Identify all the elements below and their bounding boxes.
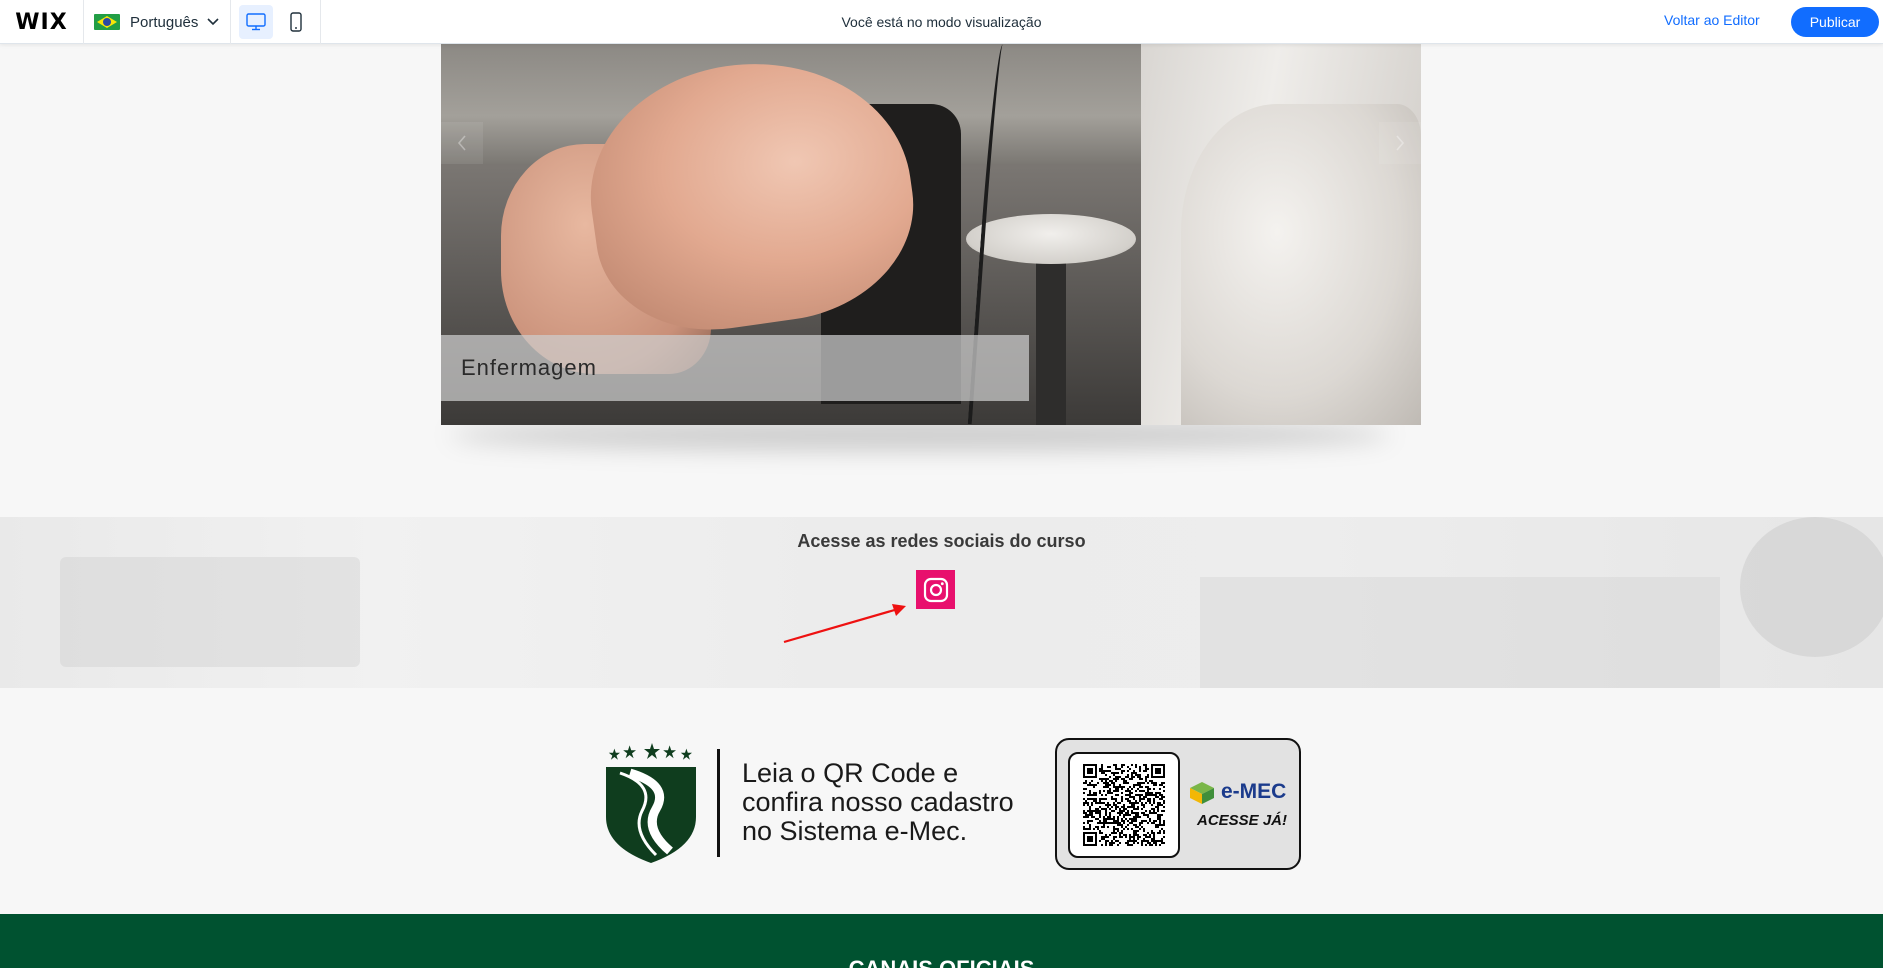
chevron-right-icon [1396,135,1405,151]
photo-shape [1036,244,1066,425]
wix-logo[interactable]: WIX [0,0,84,44]
social-section-title: Acesse as redes sociais do curso [797,531,1086,551]
chevron-left-icon [457,135,466,151]
slide-caption: Enfermagem [441,335,1029,401]
language-selector[interactable]: Português [84,0,231,44]
emec-message-line: no Sistema e-Mec. [742,816,968,846]
previous-slide-button[interactable] [441,122,483,164]
background-building [1200,577,1720,688]
university-crest-logo [606,743,696,863]
publish-button[interactable]: Publicar [1791,7,1879,37]
instagram-link[interactable] [916,570,955,609]
emec-message-line: Leia o QR Code e [742,758,959,788]
preview-toolbar: WIX Português Você está no modo visualiz… [0,0,1883,44]
next-slide-button[interactable] [1379,122,1421,164]
device-switcher [231,0,321,44]
mobile-icon [290,12,302,32]
desktop-icon [246,13,266,31]
back-to-editor-link[interactable]: Voltar ao Editor [1664,12,1760,28]
emec-book-icon [1190,782,1214,804]
background-building [60,557,360,667]
chevron-down-icon [207,18,219,26]
emec-message: Leia o QR Code e confira nosso cadastro … [742,759,1062,846]
red-arrow-annotation [783,604,906,644]
course-slideshow[interactable]: Enfermagem [441,44,1421,425]
emec-logo-label: e-MEC [1221,780,1287,803]
desktop-view-button[interactable] [239,5,273,39]
language-label: Português [130,13,199,31]
emec-cta-label: ACESSE JÁ! [1196,812,1288,829]
footer: CANAIS OFICIAIS [0,914,1883,968]
qr-code [1068,752,1180,858]
qr-code-image [1083,764,1165,846]
brazil-flag-icon [94,14,120,30]
emec-qr-card[interactable]: e-MEC ACESSE JÁ! [1055,738,1301,870]
social-section: Acesse as redes sociais do curso [0,517,1883,688]
vertical-divider [717,749,720,857]
emec-message-line: confira nosso cadastro [742,787,1014,817]
footer-title: CANAIS OFICIAIS [0,956,1883,968]
instagram-icon [923,577,948,602]
emec-logo: e-MEC [1187,778,1297,806]
mobile-view-button[interactable] [279,5,313,39]
